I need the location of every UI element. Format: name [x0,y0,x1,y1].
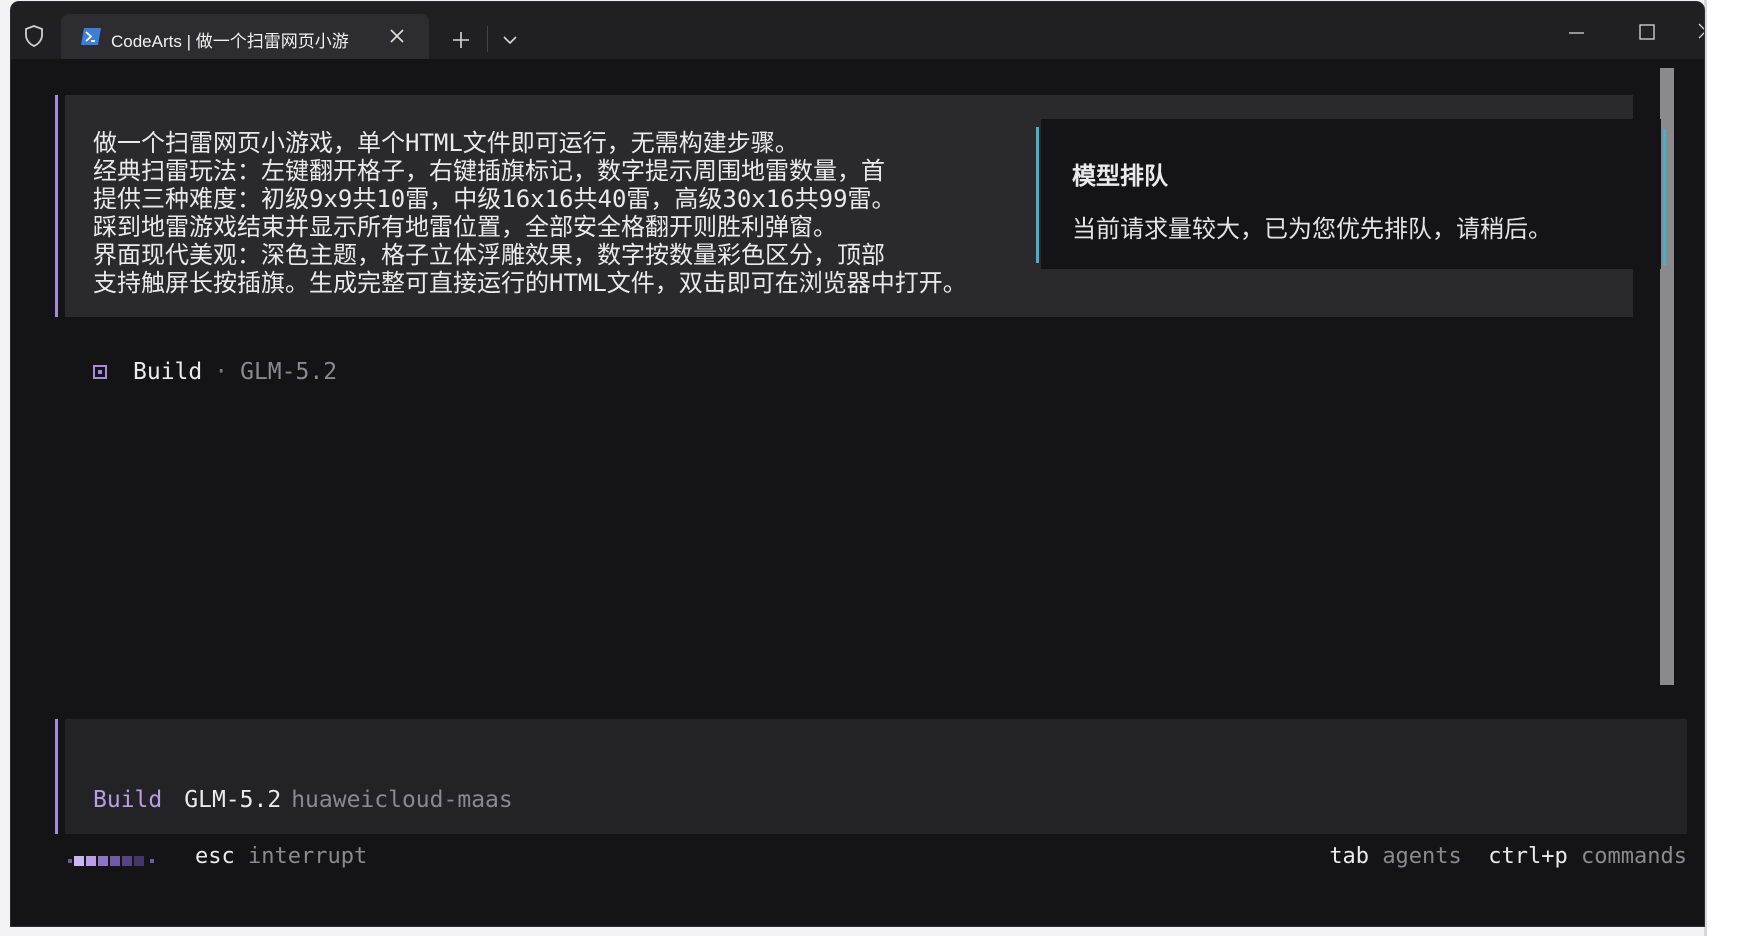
build-status: Build · GLM-5.2 [93,357,337,387]
esc-key: esc [195,844,235,869]
queue-body: 当前请求量较大，已为您优先排队，请稍后。 [1072,215,1552,243]
prompt-provider: huaweicloud-maas [291,787,513,813]
message-accent-bar [55,95,58,317]
prompt-mode[interactable]: Build [93,787,162,813]
build-model-label: GLM-5.2 [240,359,338,385]
prompt-input[interactable] [65,719,1687,834]
window-close-icon[interactable] [1691,16,1704,46]
title-bar: CodeArts | 做一个扫雷网页小游 [11,2,1704,59]
maximize-icon[interactable] [1627,16,1667,46]
panel-separator [1036,127,1039,263]
prompt-status: Build GLM-5.2 huaweicloud-maas [93,787,513,813]
progress-spinner-icon [68,856,154,866]
input-accent-bar [55,719,58,834]
hint-shortcuts: tab agents ctrl+p commands [1329,844,1687,869]
shield-icon[interactable] [21,22,47,50]
terminal-content[interactable]: 做一个扫雷网页小游戏，单个HTML文件即可运行，无需构建步骤。 经典扫雷玩法：左… [11,59,1704,926]
esc-desc: interrupt [248,844,368,869]
chevron-down-icon[interactable] [496,26,524,54]
queue-accent-bar [1663,129,1666,265]
powershell-icon [81,28,101,49]
tab-divider [487,26,488,52]
tab-desc: agents [1382,844,1462,869]
tab-key: tab [1329,844,1370,869]
tab-title: CodeArts | 做一个扫雷网页小游 [111,32,349,51]
background-right-panel [1704,0,1752,936]
hint-interrupt: esc interrupt [195,844,367,869]
build-separator: · [214,359,229,385]
plus-icon[interactable] [447,26,475,54]
cmd-desc: commands [1581,844,1687,869]
build-square-icon [93,365,107,379]
prompt-model[interactable]: GLM-5.2 [184,787,281,813]
background-divider [1704,0,1707,936]
build-mode-label: Build [133,359,203,385]
tab-codearts[interactable]: CodeArts | 做一个扫雷网页小游 [61,14,429,59]
cmd-key: ctrl+p [1488,844,1568,869]
close-icon[interactable] [387,26,407,46]
queue-notice-panel [1041,119,1661,269]
terminal-window: CodeArts | 做一个扫雷网页小游 做一个扫雷网页小游戏，单个HTML文件… [11,2,1704,926]
user-message: 做一个扫雷网页小游戏，单个HTML文件即可运行，无需构建步骤。 经典扫雷玩法：左… [93,129,967,297]
minimize-icon[interactable] [1557,18,1597,48]
queue-title: 模型排队 [1072,162,1168,190]
